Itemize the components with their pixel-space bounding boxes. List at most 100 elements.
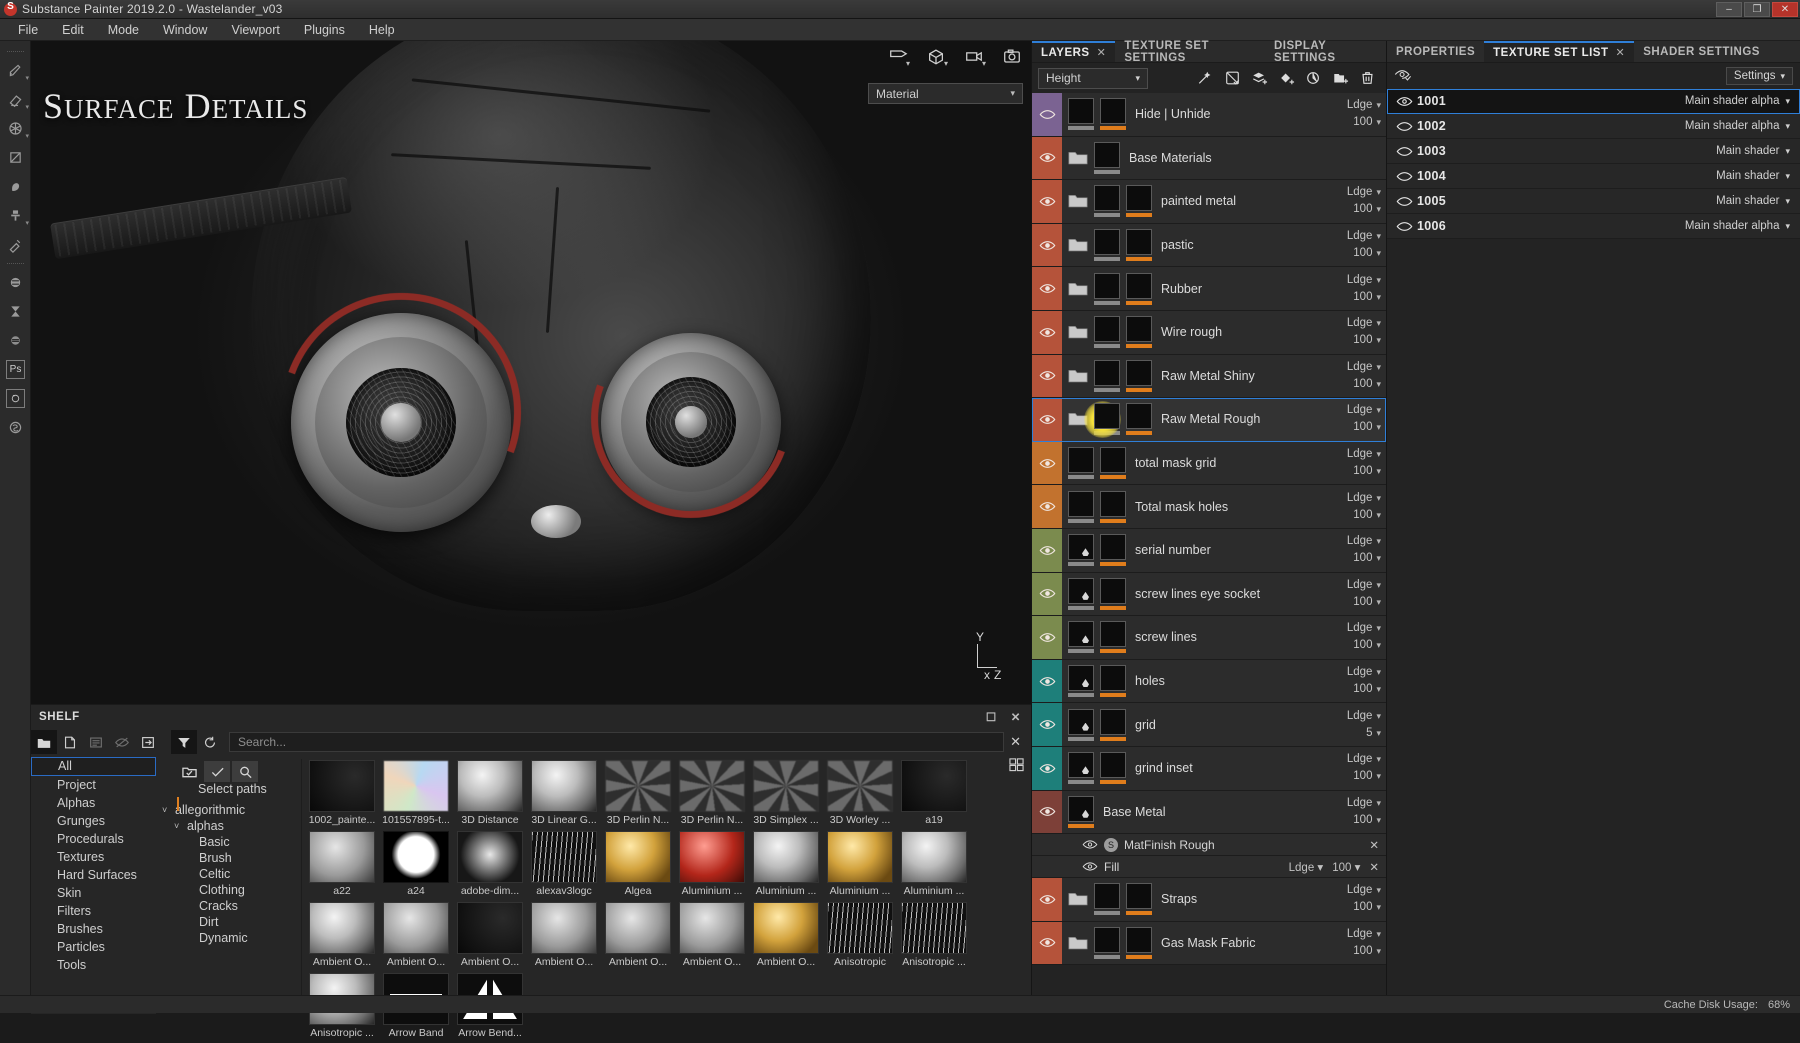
save-icon[interactable] bbox=[83, 730, 109, 754]
shelf-asset[interactable]: 3D Distance bbox=[454, 760, 526, 826]
texture-set-shader-dropdown[interactable]: Main shader ▾ bbox=[1716, 195, 1796, 207]
substance-logo-icon[interactable] bbox=[0, 413, 31, 442]
layer-visibility-toggle[interactable] bbox=[1032, 703, 1062, 746]
layer-visibility-toggle[interactable] bbox=[1032, 180, 1062, 223]
substance-share-icon[interactable] bbox=[0, 326, 31, 355]
shelf-asset[interactable]: Ambient O... bbox=[528, 902, 600, 968]
projection-icon[interactable]: ▾ bbox=[0, 114, 31, 143]
layer-visibility-toggle[interactable] bbox=[1032, 441, 1062, 485]
menu-plugins[interactable]: Plugins bbox=[292, 20, 357, 40]
check-icon[interactable] bbox=[204, 761, 230, 782]
shelf-category-brushes[interactable]: Brushes bbox=[31, 920, 156, 938]
layer-row[interactable]: Total mask holes Ldge ▾ 100 ▾ bbox=[1032, 485, 1386, 529]
asset-thumbnail[interactable] bbox=[309, 760, 375, 812]
layer-visibility-toggle[interactable] bbox=[1032, 354, 1062, 398]
layer-opacity[interactable]: 100 ▾ bbox=[1353, 201, 1381, 218]
close-icon[interactable]: ✕ bbox=[1011, 710, 1021, 724]
add-mask-icon[interactable] bbox=[1222, 68, 1243, 88]
menu-window[interactable]: Window bbox=[151, 20, 219, 40]
layer-visibility-toggle[interactable] bbox=[1032, 136, 1062, 180]
delete-icon[interactable] bbox=[1357, 68, 1378, 88]
layer-blend-mode[interactable]: Ldge ▾ bbox=[1347, 184, 1381, 201]
shelf-asset[interactable]: alexav3logc bbox=[528, 831, 600, 897]
shelf-asset[interactable]: Aluminium ... bbox=[898, 831, 970, 897]
texture-set-visibility-toggle[interactable] bbox=[1391, 146, 1417, 157]
layer-thumbnail[interactable] bbox=[1094, 185, 1120, 218]
shelf-asset[interactable]: Algea bbox=[602, 831, 674, 897]
asset-thumbnail[interactable] bbox=[753, 902, 819, 954]
layer-visibility-toggle[interactable] bbox=[1032, 572, 1062, 616]
add-folder-icon[interactable] bbox=[1330, 68, 1351, 88]
layer-thumbnail[interactable] bbox=[1068, 447, 1094, 480]
layer-blend-mode[interactable]: Ldge ▾ bbox=[1347, 490, 1381, 507]
import-icon[interactable] bbox=[135, 730, 161, 754]
layer-blend-mode[interactable]: Ldge ▾ bbox=[1347, 708, 1381, 725]
add-fill-layer-icon[interactable] bbox=[1249, 68, 1270, 88]
layer-blend-mode[interactable]: Ldge ▾ bbox=[1347, 272, 1381, 289]
asset-thumbnail[interactable] bbox=[605, 902, 671, 954]
menu-mode[interactable]: Mode bbox=[96, 20, 151, 40]
layer-thumbnail[interactable] bbox=[1100, 447, 1126, 480]
layer-blend-mode[interactable]: Ldge ▾ bbox=[1347, 228, 1381, 245]
layer-opacity[interactable]: 100 ▾ bbox=[1353, 594, 1381, 611]
shelf-asset[interactable]: Ambient O... bbox=[602, 902, 674, 968]
asset-thumbnail[interactable] bbox=[901, 760, 967, 812]
layer-thumbnail[interactable] bbox=[1126, 403, 1152, 436]
menu-viewport[interactable]: Viewport bbox=[219, 20, 291, 40]
tree-node-celtic[interactable]: Celtic bbox=[156, 866, 301, 882]
layer-blend-mode[interactable]: Ldge ▾ bbox=[1347, 402, 1381, 419]
tree-node-basic[interactable]: Basic bbox=[156, 834, 301, 850]
shelf-category-hard-surfaces[interactable]: Hard Surfaces bbox=[31, 866, 156, 884]
layer-row[interactable]: Gas Mask Fabric Ldge ▾ 100 ▾ bbox=[1032, 921, 1386, 966]
paint-brush-icon[interactable]: ▾ bbox=[0, 56, 31, 85]
asset-thumbnail[interactable] bbox=[457, 760, 523, 812]
tab-shader-settings[interactable]: SHADER SETTINGS bbox=[1634, 41, 1769, 62]
sublayer-remove-icon[interactable]: ✕ bbox=[1369, 838, 1379, 852]
add-smart-mask-icon[interactable] bbox=[1303, 68, 1324, 88]
texture-set-shader-dropdown[interactable]: Main shader alpha ▾ bbox=[1685, 95, 1796, 107]
shelf-category-procedurals[interactable]: Procedurals bbox=[31, 830, 156, 848]
layer-row[interactable]: screw lines Ldge ▾ 100 ▾ bbox=[1032, 616, 1386, 660]
layer-thumbnail[interactable] bbox=[1094, 883, 1120, 916]
layer-row[interactable]: Wire rough Ldge ▾ 100 ▾ bbox=[1032, 310, 1386, 355]
asset-thumbnail[interactable] bbox=[753, 831, 819, 883]
layer-opacity[interactable]: 100 ▾ bbox=[1353, 899, 1381, 916]
shelf-asset[interactable]: Ambient O... bbox=[454, 902, 526, 968]
toggle-all-visibility-icon[interactable] bbox=[1394, 68, 1412, 84]
texture-set-shader-dropdown[interactable]: Main shader ▾ bbox=[1716, 170, 1796, 182]
shelf-category-particles[interactable]: Particles bbox=[31, 938, 156, 956]
layer-thumbnail[interactable] bbox=[1100, 708, 1126, 741]
new-file-icon[interactable] bbox=[57, 730, 83, 754]
texture-set-shader-dropdown[interactable]: Main shader alpha ▾ bbox=[1685, 220, 1796, 232]
close-icon[interactable]: ✕ bbox=[1615, 46, 1625, 59]
asset-thumbnail[interactable] bbox=[605, 760, 671, 812]
settings-dropdown[interactable]: Settings ▾ bbox=[1725, 67, 1793, 85]
layer-thumbnail[interactable] bbox=[1068, 98, 1094, 131]
layer-blend-mode[interactable]: Ldge ▾ bbox=[1347, 533, 1381, 550]
texture-set-shader-dropdown[interactable]: Main shader ▾ bbox=[1716, 145, 1796, 157]
texture-set-visibility-toggle[interactable] bbox=[1391, 96, 1417, 107]
layer-opacity[interactable]: 100 ▾ bbox=[1353, 812, 1381, 829]
layer-thumbnail[interactable] bbox=[1126, 926, 1152, 959]
asset-thumbnail[interactable] bbox=[383, 831, 449, 883]
shelf-asset[interactable]: Anisotropic ... bbox=[898, 902, 970, 968]
layer-row[interactable]: Raw Metal Shiny Ldge ▾ 100 ▾ bbox=[1032, 354, 1386, 399]
asset-thumbnail[interactable] bbox=[901, 902, 967, 954]
layer-thumbnail[interactable] bbox=[1100, 490, 1126, 523]
tab-display-settings[interactable]: DISPLAY SETTINGS bbox=[1265, 40, 1386, 64]
shelf-asset[interactable]: Aluminium ... bbox=[750, 831, 822, 897]
layer-thumbnail[interactable] bbox=[1126, 883, 1152, 916]
layer-visibility-toggle[interactable] bbox=[1032, 921, 1062, 965]
shelf-asset[interactable]: Ambient O... bbox=[676, 902, 748, 968]
camera-view-icon[interactable]: ▾ bbox=[885, 45, 911, 68]
tab-texture-set-list[interactable]: TEXTURE SET LIST ✕ bbox=[1484, 41, 1635, 62]
layer-thumbnail[interactable] bbox=[1094, 359, 1120, 392]
layer-row[interactable]: grid Ldge ▾ 5 ▾ bbox=[1032, 703, 1386, 747]
layer-opacity[interactable]: 100 ▾ bbox=[1353, 768, 1381, 785]
tab-layers[interactable]: LAYERS ✕ bbox=[1032, 41, 1116, 62]
layer-blend-mode[interactable]: Ldge ▾ bbox=[1347, 664, 1381, 681]
layer-opacity[interactable]: 100 ▾ bbox=[1353, 376, 1381, 393]
shelf-asset[interactable]: Anisotropic bbox=[824, 902, 896, 968]
texture-set-row[interactable]: 1002 Main shader alpha ▾ bbox=[1387, 114, 1800, 139]
layer-visibility-toggle[interactable] bbox=[1032, 746, 1062, 790]
